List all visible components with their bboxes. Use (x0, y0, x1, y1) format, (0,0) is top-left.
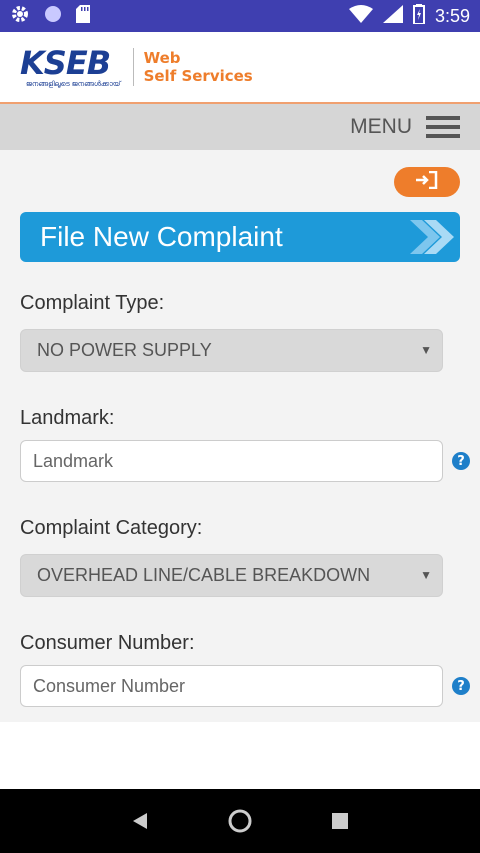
double-chevron-right-icon (408, 220, 454, 259)
help-icon[interactable]: ? (452, 452, 470, 470)
complaint-type-value: NO POWER SUPPLY (37, 340, 212, 360)
back-icon[interactable] (120, 801, 160, 841)
page-title-banner: File New Complaint (20, 212, 460, 262)
status-bar: 3:59 (0, 0, 480, 32)
sd-card-icon (76, 4, 90, 28)
recents-icon[interactable] (320, 801, 360, 841)
logo-divider (132, 48, 134, 86)
dropdown-arrow-icon: ▼ (420, 568, 432, 582)
page-title: File New Complaint (40, 221, 283, 252)
login-button[interactable] (394, 167, 460, 197)
home-icon[interactable] (220, 801, 260, 841)
complaint-type-select[interactable]: NO POWER SUPPLY ▼ (20, 329, 443, 372)
complaint-category-label: Complaint Category: (20, 517, 203, 539)
status-time: 3:59 (434, 5, 470, 26)
help-icon[interactable]: ? (452, 677, 470, 695)
complaint-type-label: Complaint Type: (20, 292, 165, 314)
site-header: KSEB ജനങ്ങളിലൂടെ ജനങ്ങൾക്കായ് Web Self S… (0, 32, 480, 104)
kseb-logo[interactable]: KSEB ജനങ്ങളിലൂടെ ജനങ്ങൾക്കായ് Web Self S… (20, 46, 253, 89)
logo-tagline: Web Self Services (144, 49, 253, 85)
landmark-input[interactable] (20, 440, 443, 482)
menu-label[interactable]: MENU (350, 115, 412, 139)
tagline-line2: Self Services (143, 67, 253, 85)
consumer-number-label: Consumer Number: (20, 632, 195, 654)
main-content: File New Complaint Complaint Type: NO PO… (0, 150, 480, 722)
gear-icon (10, 4, 30, 29)
complaint-category-value: OVERHEAD LINE/CABLE BREAKDOWN (37, 565, 371, 585)
logo-subtext: ജനങ്ങളിലൂടെ ജനങ്ങൾക്കായ് (26, 80, 121, 88)
dropdown-arrow-icon: ▼ (420, 343, 432, 357)
tagline-line1: Web (143, 49, 181, 67)
menu-bar[interactable]: MENU (0, 104, 480, 150)
signal-icon (382, 4, 403, 28)
wifi-icon (348, 4, 373, 28)
logo-text: KSEB (20, 43, 111, 82)
sign-in-icon (416, 170, 438, 194)
complaint-category-select[interactable]: OVERHEAD LINE/CABLE BREAKDOWN ▼ (20, 554, 443, 597)
battery-charging-icon (412, 3, 425, 29)
consumer-number-input[interactable] (20, 665, 443, 707)
hamburger-icon[interactable] (426, 116, 460, 138)
circle-icon (44, 5, 62, 28)
landmark-label: Landmark: (20, 407, 115, 429)
system-nav-bar (0, 789, 480, 853)
